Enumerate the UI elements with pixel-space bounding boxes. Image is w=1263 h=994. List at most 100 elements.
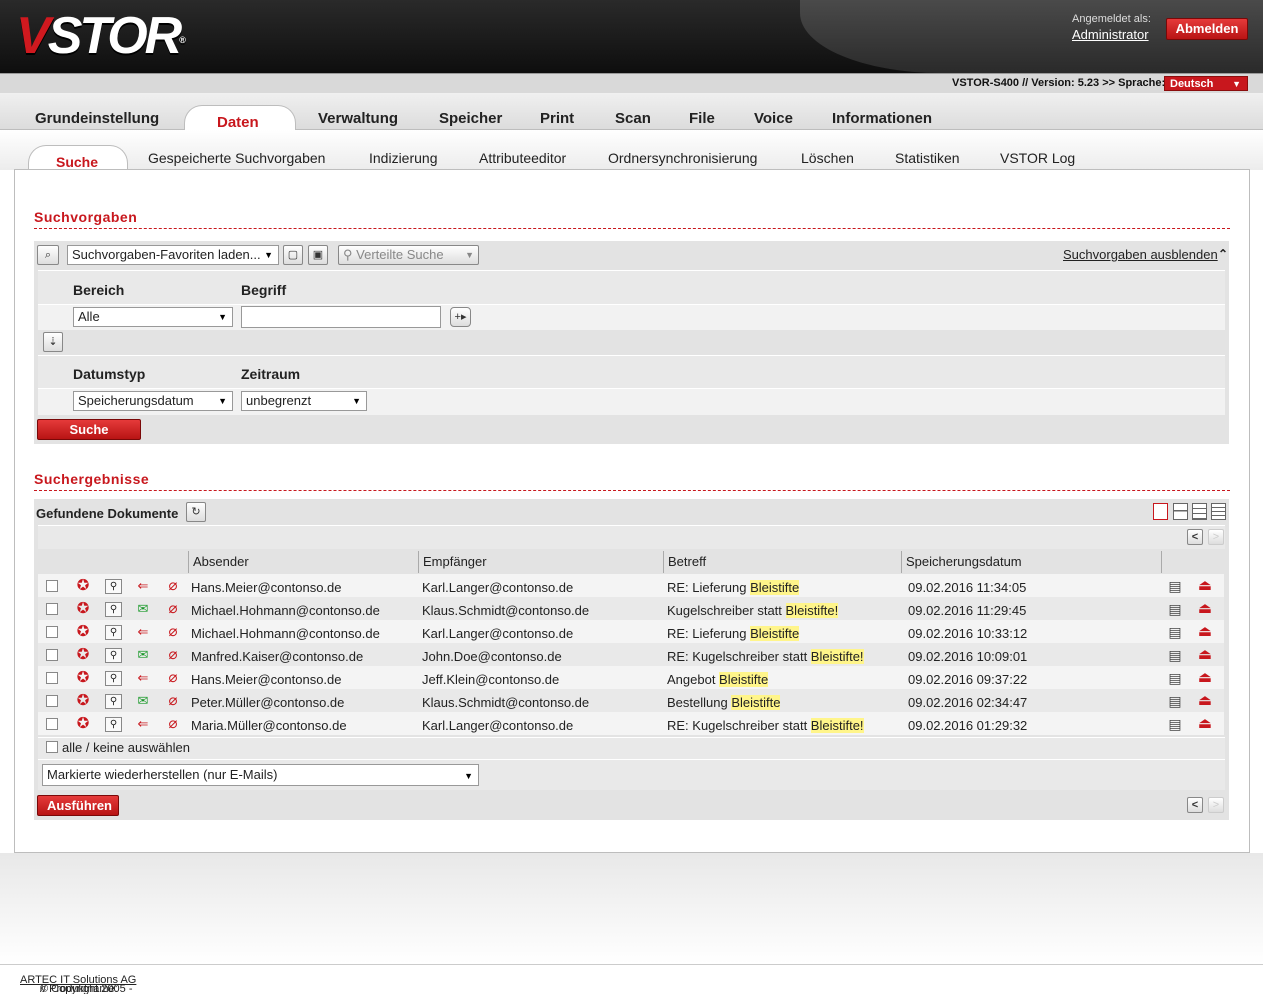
seal-icon[interactable]: ✪ [74,692,92,710]
seal-icon[interactable]: ✪ [74,577,92,595]
refresh-icon[interactable]: ↻ [186,502,206,522]
tab-scan[interactable]: Scan [615,110,651,127]
tab-grundeinstellung[interactable]: Grundeinstellung [35,110,159,127]
attachment-icon[interactable]: ⌀ [164,669,182,687]
favorites-select[interactable]: Suchvorgaben-Favoriten laden... ▼ [67,245,279,265]
subtab-indizierung[interactable]: Indizierung [369,150,438,166]
restore-icon[interactable]: ⏏ [1196,600,1214,618]
next-page-icon[interactable]: > [1208,529,1224,545]
save-icon[interactable]: ▣ [308,245,328,265]
preview-icon[interactable]: ⚲ [105,602,122,617]
restore-icon[interactable]: ⏏ [1196,577,1214,595]
restore-icon[interactable]: ⏏ [1196,646,1214,664]
document-details-icon[interactable]: ▤ [1166,669,1184,687]
preview-icon[interactable]: ⚲ [105,671,122,686]
restore-icon[interactable]: ⏏ [1196,715,1214,733]
table-row[interactable]: ✪ ⚲ ✉⇒ ⌀ Michael.Hohmann@contonso.de Klaus.Sc… [38,597,1224,634]
tab-file[interactable]: File [689,110,715,127]
prev-page-icon[interactable]: < [1187,529,1203,545]
document-details-icon[interactable]: ▤ [1166,623,1184,641]
table-row[interactable]: ✪ ⚲ ⇐✉ ⌀ Maria.Müller@contonso.de Karl.Langer… [38,712,1224,749]
seal-icon[interactable]: ✪ [74,669,92,687]
row-checkbox[interactable] [46,718,58,730]
seal-icon[interactable]: ✪ [74,715,92,733]
view-3-icon[interactable] [1192,503,1207,520]
table-row[interactable]: ✪ ⚲ ✉⇒ ⌀ Peter.Müller@contonso.de Klaus.Schmi… [38,689,1224,726]
view-2-icon[interactable] [1173,503,1188,520]
tab-print[interactable]: Print [540,110,574,127]
view-4-icon[interactable] [1211,503,1226,520]
subtab-attributeeditor[interactable]: Attributeeditor [479,150,566,166]
logout-button[interactable]: Abmelden [1166,18,1248,40]
tab-verwaltung[interactable]: Verwaltung [318,110,398,127]
column-speicherungsdatum[interactable]: Speicherungsdatum [901,551,1161,573]
expand-icon[interactable]: ⇣ [43,332,63,352]
document-details-icon[interactable]: ▤ [1166,646,1184,664]
hide-search-link[interactable]: Suchvorgaben ausblenden [1063,247,1218,262]
search-presets-icon[interactable]: ⌕ [37,245,59,265]
attachment-icon[interactable]: ⌀ [164,692,182,710]
restore-icon[interactable]: ⏏ [1196,623,1214,641]
seal-icon[interactable]: ✪ [74,623,92,641]
zeitraum-select[interactable]: unbegrenzt ▼ [241,391,367,411]
column-betreff[interactable]: Betreff [663,551,901,573]
user-link[interactable]: Administrator [1072,27,1149,42]
attachment-icon[interactable]: ⌀ [164,577,182,595]
row-checkbox[interactable] [46,603,58,615]
tab-voice[interactable]: Voice [754,110,793,127]
distributed-search-button[interactable]: ⚲ Verteilte Suche ▼ [338,245,479,265]
subtab-suche[interactable]: Suche [56,154,98,170]
action-select[interactable]: Markierte wiederherstellen (nur E-Mails)… [42,764,479,786]
subtab-gespeicherte-suchvorgaben[interactable]: Gespeicherte Suchvorgaben [148,150,325,166]
tab-speicher[interactable]: Speicher [439,110,502,127]
preview-icon[interactable]: ⚲ [105,717,122,732]
table-row[interactable]: ✪ ⚲ ⇐✉ ⌀ Hans.Meier@contonso.de Karl.Langer@c… [38,574,1224,611]
sub-nav: Suche Gespeicherte Suchvorgaben Indizier… [0,130,1263,171]
subtab-ordnersynchronisierung[interactable]: Ordnersynchronisierung [608,150,757,166]
tab-daten[interactable]: Daten [217,114,259,131]
document-details-icon[interactable]: ▤ [1166,600,1184,618]
table-row[interactable]: ✪ ⚲ ✉⇒ ⌀ Manfred.Kaiser@contonso.de John.Doe@… [38,643,1224,680]
select-all-checkbox[interactable] [46,741,58,753]
table-row[interactable]: ✪ ⚲ ⇐✉ ⌀ Michael.Hohmann@contonso.de Karl.Lan… [38,620,1224,657]
datumstyp-select[interactable]: Speicherungsdatum ▼ [73,391,233,411]
row-checkbox[interactable] [46,580,58,592]
execute-button[interactable]: Ausführen [37,795,119,816]
attachment-icon[interactable]: ⌀ [164,600,182,618]
column-absender[interactable]: Absender [188,551,418,573]
preview-icon[interactable]: ⚲ [105,625,122,640]
collapse-icon[interactable]: ⌃ [1218,247,1228,261]
attachment-icon[interactable]: ⌀ [164,623,182,641]
row-checkbox[interactable] [46,626,58,638]
document-details-icon[interactable]: ▤ [1166,577,1184,595]
next-page-icon[interactable]: > [1208,797,1224,813]
column-empfaenger[interactable]: Empfänger [418,551,663,573]
preview-icon[interactable]: ⚲ [105,694,122,709]
begriff-input[interactable] [241,306,441,328]
table-row[interactable]: ✪ ⚲ ⇐✉ ⌀ Hans.Meier@contonso.de Jeff.Klein@co… [38,666,1224,703]
attachment-icon[interactable]: ⌀ [164,646,182,664]
start-search-button[interactable]: Suche starten [37,419,141,456]
row-checkbox[interactable] [46,672,58,684]
restore-icon[interactable]: ⏏ [1196,669,1214,687]
subtab-loeschen[interactable]: Löschen [801,150,854,166]
attachment-icon[interactable]: ⌀ [164,715,182,733]
document-details-icon[interactable]: ▤ [1166,715,1184,733]
preview-icon[interactable]: ⚲ [105,648,122,663]
subtab-vstor-log[interactable]: VSTOR Log [1000,150,1075,166]
bereich-select[interactable]: Alle ▼ [73,307,233,327]
add-criteria-icon[interactable]: +▸ [450,307,471,327]
language-select[interactable]: Deutsch ▼ [1164,76,1248,91]
new-document-icon[interactable]: ▢ [283,245,303,265]
view-1-icon[interactable] [1153,503,1168,520]
seal-icon[interactable]: ✪ [74,646,92,664]
document-details-icon[interactable]: ▤ [1166,692,1184,710]
restore-icon[interactable]: ⏏ [1196,692,1214,710]
row-checkbox[interactable] [46,695,58,707]
preview-icon[interactable]: ⚲ [105,579,122,594]
prev-page-icon[interactable]: < [1187,797,1203,813]
row-checkbox[interactable] [46,649,58,661]
subtab-statistiken[interactable]: Statistiken [895,150,960,166]
seal-icon[interactable]: ✪ [74,600,92,618]
tab-informationen[interactable]: Informationen [832,110,932,127]
